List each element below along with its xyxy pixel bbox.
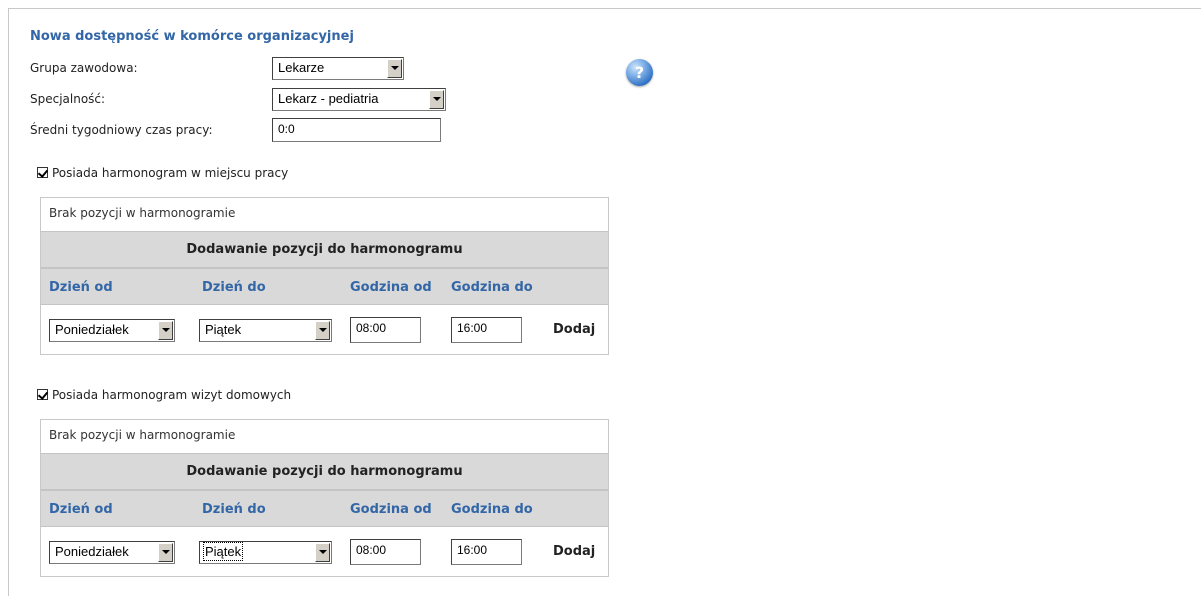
form-title: Nowa dostępność w komórce organizacyjnej — [30, 29, 354, 44]
add-entry-button[interactable]: Dodaj — [553, 322, 595, 337]
schedule-column-headers: Dzień od Dzień do Godzina od Godzina do — [41, 268, 608, 305]
home-visits-schedule-checkbox-label: Posiada harmonogram wizyt domowych — [52, 388, 292, 402]
chevron-down-icon[interactable] — [158, 543, 173, 562]
day-from-value: Poniedziałek — [55, 322, 129, 337]
specialty-value: Lekarz - pediatria — [278, 91, 379, 106]
day-to-value: Piątek — [202, 542, 244, 561]
chevron-down-icon[interactable] — [315, 321, 330, 340]
schedule-column-headers: Dzień od Dzień do Godzina od Godzina do — [41, 490, 608, 527]
col-day-to: Dzień do — [202, 502, 266, 517]
specialty-label: Specjalność: — [30, 92, 106, 106]
day-from-value: Poniedziałek — [55, 544, 129, 559]
add-entry-button[interactable]: Dodaj — [553, 544, 595, 559]
hour-to-input[interactable]: 16:00 — [451, 539, 522, 565]
schedule-empty-message: Brak pozycji w harmonogramie — [49, 428, 236, 442]
workplace-schedule-checkbox[interactable] — [37, 167, 48, 178]
professional-group-value: Lekarze — [278, 60, 325, 75]
chevron-down-icon[interactable] — [315, 543, 330, 562]
col-hour-to: Godzina do — [451, 280, 533, 295]
chevron-down-icon[interactable] — [158, 321, 173, 340]
col-day-from: Dzień od — [49, 502, 113, 517]
avg-weekly-time-label: Średni tygodniowy czas pracy: — [30, 123, 213, 137]
specialty-select[interactable]: Lekarz - pediatria — [272, 88, 446, 111]
col-day-from: Dzień od — [49, 280, 113, 295]
col-hour-from: Godzina od — [350, 280, 432, 295]
chevron-down-icon[interactable] — [387, 59, 402, 78]
day-to-select[interactable]: Piątek — [199, 541, 332, 564]
workplace-schedule-checkbox-label: Posiada harmonogram w miejscu pracy — [52, 166, 289, 180]
hour-to-input[interactable]: 16:00 — [451, 317, 522, 343]
hour-from-input[interactable]: 08:00 — [350, 317, 421, 343]
home-visits-schedule-panel: Brak pozycji w harmonogramie Dodawanie p… — [40, 419, 609, 577]
home-visits-schedule-checkbox[interactable] — [37, 389, 48, 400]
professional-group-label: Grupa zawodowa: — [30, 61, 138, 75]
avg-weekly-time-input[interactable]: 0:0 — [272, 118, 441, 142]
professional-group-select[interactable]: Lekarze — [272, 57, 404, 80]
help-icon[interactable]: ? — [626, 59, 653, 86]
day-from-select[interactable]: Poniedziałek — [49, 541, 175, 564]
add-schedule-header: Dodawanie pozycji do harmonogramu — [41, 231, 608, 268]
workplace-schedule-panel: Brak pozycji w harmonogramie Dodawanie p… — [40, 197, 609, 355]
schedule-empty-message: Brak pozycji w harmonogramie — [49, 206, 236, 220]
day-to-select[interactable]: Piątek — [199, 319, 332, 342]
add-schedule-header: Dodawanie pozycji do harmonogramu — [41, 453, 608, 490]
col-hour-from: Godzina od — [350, 502, 432, 517]
day-from-select[interactable]: Poniedziałek — [49, 319, 175, 342]
chevron-down-icon[interactable] — [429, 90, 444, 109]
hour-from-input[interactable]: 08:00 — [350, 539, 421, 565]
col-day-to: Dzień do — [202, 280, 266, 295]
day-to-value: Piątek — [205, 322, 242, 337]
col-hour-to: Godzina do — [451, 502, 533, 517]
